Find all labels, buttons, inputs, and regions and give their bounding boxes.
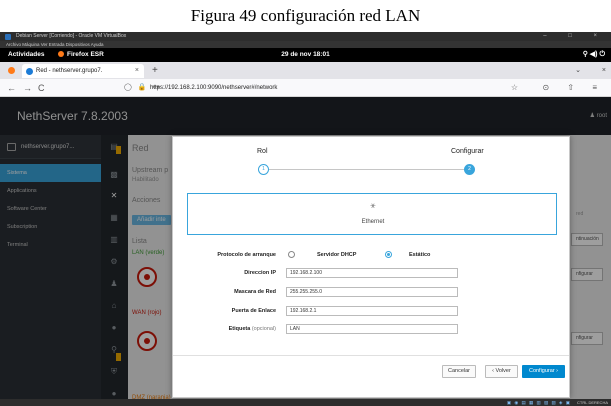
- host-key-label: CTRL DERECHA: [577, 400, 608, 405]
- netmask-input[interactable]: [286, 287, 458, 297]
- site-info-icons[interactable]: ◯ 🔒 ⊶: [124, 81, 161, 95]
- vbox-status-bar: ▣ ◉ ▤ ▦ ▥ ▧ ▨ ◈ ▣ CTRL DERECHA: [0, 399, 611, 406]
- step-rol-circle[interactable]: 1: [258, 164, 269, 175]
- cancel-button[interactable]: Cancelar: [442, 365, 476, 378]
- ethernet-icon: ⚹: [370, 200, 376, 210]
- vbox-device-icons[interactable]: ▣ ◉ ▤ ▦ ▥ ▧ ▨ ◈ ▣: [507, 399, 571, 406]
- system-tray[interactable]: ⚲ ◀) ⏻: [583, 48, 605, 62]
- radio-static-label[interactable]: Estático: [409, 252, 430, 258]
- gateway-label: Puerta de Enlace: [231, 308, 276, 314]
- figure-caption: Figura 49 configuración red LAN: [0, 0, 611, 32]
- tag-optional-text: (opcional): [251, 326, 276, 332]
- list-tabs-icon[interactable]: ⌄: [575, 62, 581, 79]
- toolbar-icons[interactable]: ⊙ ⇧ ≡: [542, 79, 605, 97]
- gnome-top-bar: Actividades Firefox ESR 29 de nov 18:01 …: [0, 48, 611, 62]
- ip-address-input[interactable]: [286, 268, 458, 278]
- wizard-progress-line: [263, 169, 467, 170]
- tab-red[interactable]: Red - nethserver.grupo7. ×: [22, 64, 144, 78]
- tab-title: Red - nethserver.grupo7.: [36, 68, 103, 74]
- interface-type-label: Ethernet: [361, 219, 385, 225]
- boot-protocol-label: Protocolo de arranque: [217, 252, 276, 258]
- firefox-view-icon[interactable]: [8, 67, 15, 74]
- step-rol-label: Rol: [257, 148, 268, 155]
- vbox-window-title: Debian Server [Corriendo] - Oracle VM Vi…: [16, 33, 127, 39]
- forward-icon[interactable]: →: [23, 79, 32, 97]
- favicon-icon: [26, 67, 33, 75]
- configure-interface-modal: Rol 1 Configurar 2 ⚹ Ethernet Protocolo …: [172, 136, 570, 398]
- netmask-label: Mascara de Red: [234, 289, 276, 295]
- step-configurar-label: Configurar: [451, 148, 484, 155]
- window-controls[interactable]: – □ ×: [543, 32, 607, 41]
- vbox-menu-bar[interactable]: Archivo Máquina Ver Entrada Dispositivos…: [0, 41, 611, 48]
- interface-card: ⚹ Ethernet: [187, 193, 557, 235]
- vbox-title-bar: Debian Server [Corriendo] - Oracle VM Vi…: [0, 32, 611, 41]
- radio-dhcp[interactable]: [288, 251, 295, 258]
- url-text: https://192.168.2.100:9090/nethserver#/n…: [150, 85, 278, 91]
- tag-input[interactable]: [286, 324, 458, 334]
- configure-button[interactable]: Configurar ›: [522, 365, 565, 378]
- ip-label: Direccion IP: [244, 270, 276, 276]
- modal-footer-divider: [173, 355, 569, 356]
- browser-nav-bar: ← → C ◯ 🔒 ⊶ https://192.168.2.100:9090/n…: [0, 79, 611, 97]
- screen: Figura 49 configuración red LAN Debian S…: [0, 0, 611, 406]
- close-window-icon[interactable]: ×: [602, 62, 606, 79]
- browser-tab-bar: Red - nethserver.grupo7. × + ⌄ ×: [0, 62, 611, 79]
- virtualbox-icon: [5, 33, 11, 40]
- radio-static[interactable]: [385, 251, 392, 258]
- close-tab-icon[interactable]: ×: [135, 64, 139, 78]
- radio-dhcp-label[interactable]: Servidor DHCP: [317, 252, 356, 258]
- reload-icon[interactable]: C: [38, 79, 45, 97]
- back-button[interactable]: ‹ Volver: [485, 365, 518, 378]
- bookmark-star-icon[interactable]: ☆: [511, 81, 518, 95]
- back-icon[interactable]: ←: [7, 79, 16, 97]
- new-tab-button[interactable]: +: [152, 62, 158, 79]
- tag-label: Etiqueta (opcional): [186, 326, 276, 332]
- url-bar[interactable]: ◯ 🔒 ⊶ https://192.168.2.100:9090/nethser…: [120, 81, 530, 95]
- step-configurar-circle[interactable]: 2: [464, 164, 475, 175]
- gateway-input[interactable]: [286, 306, 458, 316]
- clock[interactable]: 29 de nov 18:01: [0, 48, 611, 62]
- tag-label-text: Etiqueta: [228, 326, 251, 332]
